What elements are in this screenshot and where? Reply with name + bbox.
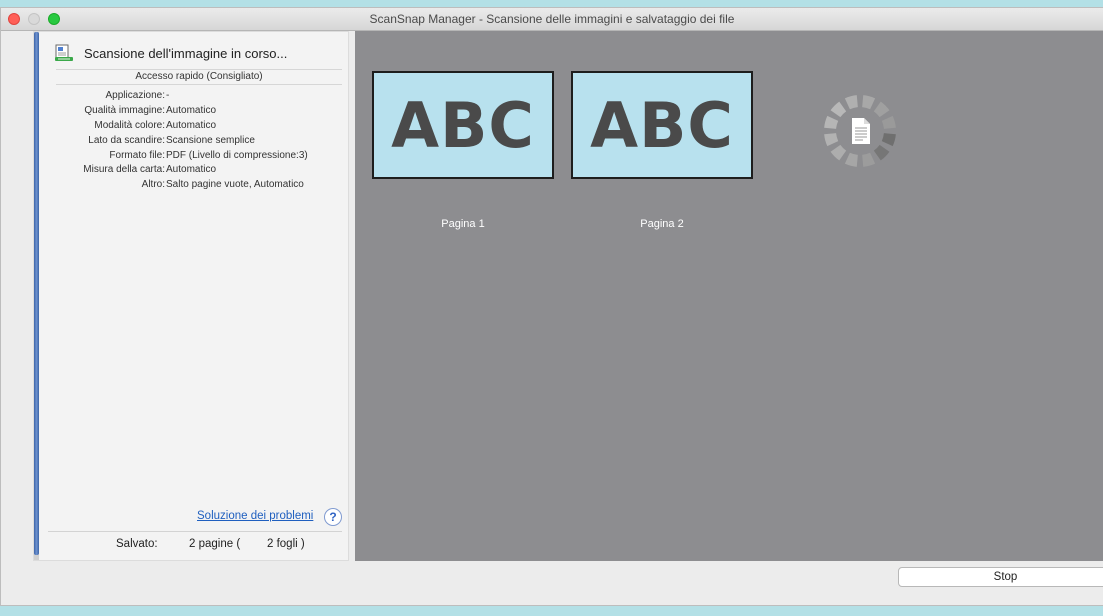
spinner-segment [862,95,876,110]
spinner-segment [844,152,858,167]
setting-value: Scansione semplice [166,134,255,146]
question-mark-icon[interactable]: ? [324,508,342,526]
setting-label: Applicazione: [105,90,165,101]
setting-label: Misura della carta: [83,164,165,176]
setting-value: Automatico [166,119,217,131]
setting-row-file-format: Formato file: PDF (Livello di compressio… [44,149,344,164]
setting-label: Qualità immagine: [84,104,165,116]
page-thumbnail[interactable]: ABC [372,71,554,179]
setting-value: Automatico [166,164,217,176]
page-label: Pagina 2 [640,218,684,230]
troubleshooting-link[interactable]: Soluzione dei problemi [197,510,313,522]
setting-row-paper-size: Misura della carta: Automatico [44,163,344,178]
scan-document-icon [55,44,73,61]
saved-label: Salvato: [116,538,158,550]
setting-row-application: Applicazione: - [44,89,344,104]
scan-info-panel: Scansione dell'immagine in corso... Acce… [33,31,349,561]
spinner-segment [830,101,847,118]
spinner-segment [873,144,890,161]
settings-list: Applicazione: - Qualità immagine: Automa… [44,89,344,193]
setting-value: Automatico [166,104,217,116]
setting-label: Lato da scandire: [88,134,165,146]
setting-value: Salto pagine vuote, Automatico [166,179,304,191]
page-label: Pagina 1 [441,218,485,230]
page-icon [852,118,870,144]
spinner-segment [824,133,839,147]
setting-value: PDF (Livello di compressione:3) [166,149,308,161]
spinner-segment [881,133,896,147]
setting-row-other: Altro: Salto pagine vuote, Automatico [44,178,344,193]
title-bar[interactable]: ScanSnap Manager - Scansione delle immag… [1,8,1103,31]
scan-progress-fill [34,32,39,555]
stop-button[interactable]: Stop [898,567,1103,587]
footer-divider [48,531,342,532]
saved-pages-count: 2 pagine ( [189,538,241,550]
spinner-segment [824,115,839,129]
page-thumbnail[interactable]: ABC [571,71,753,179]
loading-spinner-icon [824,95,896,167]
spinner-segment [873,101,890,118]
setting-row-scan-side: Lato da scandire: Scansione semplice [44,134,344,149]
scan-status-text: Scansione dell'immagine in corso... [84,45,288,61]
scan-progress-bar [34,32,39,560]
scan-preview-area: ABC ABC Pagina 1 Pagina 2 [355,31,1103,561]
spinner-segment [830,144,847,161]
setting-row-image-quality: Qualità immagine: Automatico [44,104,344,119]
spinner-segment [844,95,858,110]
saved-summary: Salvato: 2 pagine ( 2 fogli ) [34,538,348,554]
scan-status: Scansione dell'immagine in corso... [54,42,287,64]
profile-name: Accesso rapido (Consigliato) [56,69,342,85]
saved-sheets-count: 2 fogli ) [267,538,305,550]
setting-row-color-mode: Modalità colore: Automatico [44,119,344,134]
setting-label: Altro: [141,179,165,191]
setting-value: - [166,90,170,101]
window-title: ScanSnap Manager - Scansione delle immag… [369,12,735,26]
spinner-segment [881,115,896,129]
setting-label: Formato file: [109,149,165,161]
setting-label: Modalità colore: [94,119,165,131]
spinner-segment [862,152,876,167]
